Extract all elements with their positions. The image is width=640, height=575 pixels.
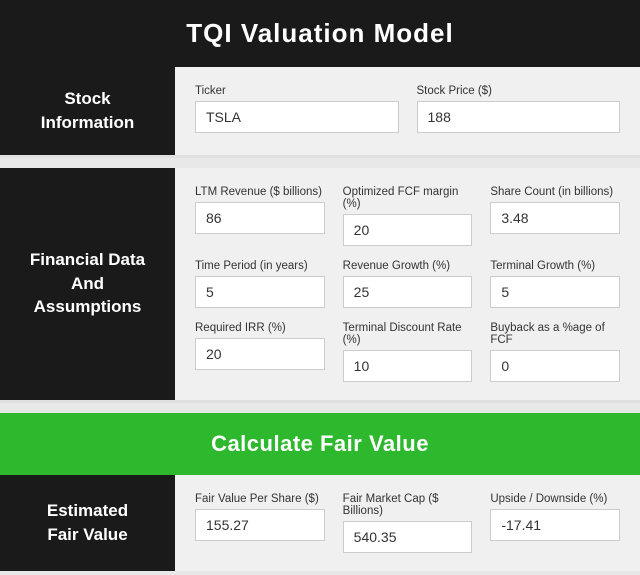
app-header: TQI Valuation Model <box>0 0 640 67</box>
financial-section-content: LTM Revenue ($ billions) Optimized FCF m… <box>175 168 640 400</box>
share-count-input[interactable] <box>490 202 620 234</box>
ltm-revenue-group: LTM Revenue ($ billions) <box>195 186 325 246</box>
terminal-discount-input[interactable] <box>343 350 473 382</box>
upside-downside-input[interactable] <box>490 509 620 541</box>
financial-section: Financial Data And Assumptions LTM Reven… <box>0 168 640 403</box>
app-title: TQI Valuation Model <box>0 18 640 49</box>
calculate-button[interactable]: Calculate Fair Value <box>0 413 640 475</box>
financial-row-3: Required IRR (%) Terminal Discount Rate … <box>195 322 620 382</box>
terminal-discount-group: Terminal Discount Rate (%) <box>343 322 473 382</box>
results-content: Fair Value Per Share ($) Fair Market Cap… <box>175 475 640 571</box>
ticker-field-group: Ticker <box>195 85 399 133</box>
revenue-growth-input[interactable] <box>343 276 473 308</box>
ltm-revenue-input[interactable] <box>195 202 325 234</box>
time-period-input[interactable] <box>195 276 325 308</box>
fair-market-cap-input[interactable] <box>343 521 473 553</box>
buyback-group: Buyback as a %age of FCF <box>490 322 620 382</box>
required-irr-input[interactable] <box>195 338 325 370</box>
required-irr-group: Required IRR (%) <box>195 322 325 382</box>
financial-row-2: Time Period (in years) Revenue Growth (%… <box>195 260 620 308</box>
share-count-label: Share Count (in billions) <box>490 186 620 198</box>
upside-downside-label: Upside / Downside (%) <box>490 493 620 505</box>
buyback-label: Buyback as a %age of FCF <box>490 322 620 346</box>
terminal-growth-label: Terminal Growth (%) <box>490 260 620 272</box>
fcf-margin-input[interactable] <box>343 214 473 246</box>
fair-market-cap-group: Fair Market Cap ($ Billions) <box>343 493 473 553</box>
fair-value-per-share-label: Fair Value Per Share ($) <box>195 493 325 505</box>
stock-price-input[interactable] <box>417 101 621 133</box>
terminal-growth-group: Terminal Growth (%) <box>490 260 620 308</box>
financial-section-label: Financial Data And Assumptions <box>0 168 175 400</box>
time-period-label: Time Period (in years) <box>195 260 325 272</box>
fair-value-per-share-input[interactable] <box>195 509 325 541</box>
share-count-group: Share Count (in billions) <box>490 186 620 246</box>
fair-market-cap-label: Fair Market Cap ($ Billions) <box>343 493 473 517</box>
time-period-group: Time Period (in years) <box>195 260 325 308</box>
financial-row-1: LTM Revenue ($ billions) Optimized FCF m… <box>195 186 620 246</box>
stock-information-label: Stock Information <box>0 67 175 155</box>
stock-information-section: Stock Information Ticker Stock Price ($) <box>0 67 640 158</box>
ticker-input[interactable] <box>195 101 399 133</box>
ltm-revenue-label: LTM Revenue ($ billions) <box>195 186 325 198</box>
results-fields-row: Fair Value Per Share ($) Fair Market Cap… <box>195 493 620 553</box>
ticker-label: Ticker <box>195 85 399 97</box>
terminal-growth-input[interactable] <box>490 276 620 308</box>
required-irr-label: Required IRR (%) <box>195 322 325 334</box>
stock-information-content: Ticker Stock Price ($) <box>175 67 640 155</box>
stock-fields-row: Ticker Stock Price ($) <box>195 85 620 133</box>
terminal-discount-label: Terminal Discount Rate (%) <box>343 322 473 346</box>
fair-value-per-share-group: Fair Value Per Share ($) <box>195 493 325 553</box>
revenue-growth-group: Revenue Growth (%) <box>343 260 473 308</box>
results-section: Estimated Fair Value Fair Value Per Shar… <box>0 475 640 571</box>
upside-downside-group: Upside / Downside (%) <box>490 493 620 553</box>
estimated-fair-value-label: Estimated Fair Value <box>0 475 175 571</box>
stock-price-label: Stock Price ($) <box>417 85 621 97</box>
stock-price-field-group: Stock Price ($) <box>417 85 621 133</box>
fcf-margin-label: Optimized FCF margin (%) <box>343 186 473 210</box>
revenue-growth-label: Revenue Growth (%) <box>343 260 473 272</box>
buyback-input[interactable] <box>490 350 620 382</box>
fcf-margin-group: Optimized FCF margin (%) <box>343 186 473 246</box>
